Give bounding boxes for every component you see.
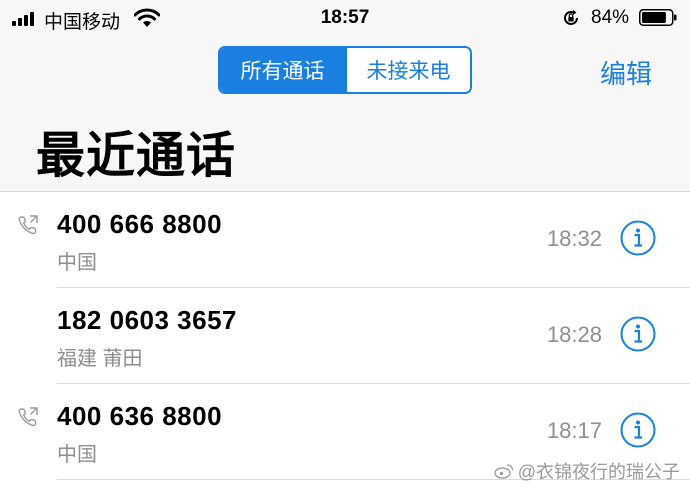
- top-chrome: 中国移动 18:57 84% 所有通话 未接来电 编辑 最近通话: [0, 0, 690, 192]
- status-bar: 中国移动 18:57 84%: [0, 0, 690, 36]
- page-title: 最近通话: [36, 129, 237, 183]
- call-time: 18:32: [546, 226, 602, 251]
- segment-missed-calls[interactable]: 未接来电: [345, 48, 470, 92]
- call-location: 福建 莆田: [57, 348, 143, 370]
- edit-button[interactable]: 编辑: [600, 54, 652, 91]
- call-location: 中国: [57, 252, 97, 274]
- outgoing-call-icon: [18, 215, 38, 235]
- call-filter-segmented-control: 所有通话 未接来电: [218, 46, 472, 94]
- call-row[interactable]: 182 0603 3657 福建 莆田 18:28: [0, 288, 690, 384]
- call-number: 400 636 8800: [57, 401, 223, 431]
- info-icon[interactable]: [620, 412, 656, 448]
- info-icon[interactable]: [620, 220, 656, 256]
- call-number: 182 0603 3657: [57, 305, 238, 335]
- battery-icon: [639, 9, 677, 26]
- info-icon[interactable]: [620, 316, 656, 352]
- segment-all-calls[interactable]: 所有通话: [220, 48, 345, 92]
- call-time: 18:28: [546, 322, 602, 347]
- status-time: 18:57: [320, 7, 370, 28]
- call-number: 400 666 8800: [57, 209, 223, 239]
- call-location: 中国: [57, 444, 97, 466]
- watermark: @衣锦夜行的瑞公子: [494, 458, 680, 484]
- weibo-icon: [494, 464, 513, 479]
- watermark-text: @衣锦夜行的瑞公子: [517, 462, 680, 482]
- call-row[interactable]: 400 666 8800 中国 18:32: [0, 192, 690, 288]
- rotation-lock-icon: [564, 10, 578, 25]
- call-time: 18:17: [546, 418, 602, 443]
- recent-calls-list: 400 666 8800 中国 18:32 182 0603 3657 福建 莆…: [0, 192, 690, 480]
- outgoing-call-icon: [18, 407, 38, 427]
- battery-percent: 84%: [591, 7, 630, 28]
